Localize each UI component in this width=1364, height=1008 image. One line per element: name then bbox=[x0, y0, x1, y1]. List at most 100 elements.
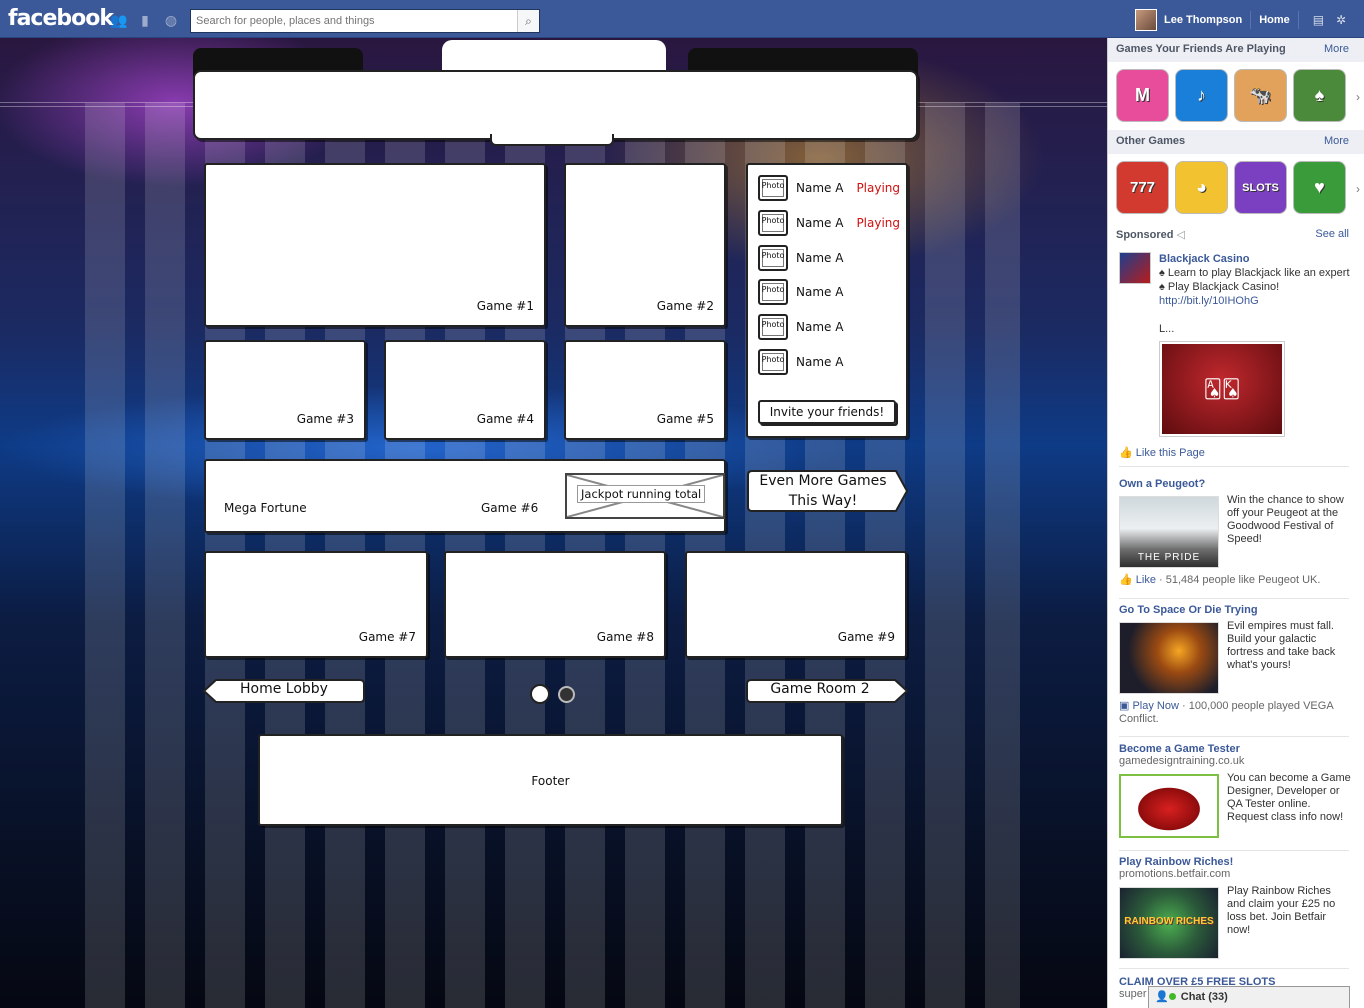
avatar[interactable] bbox=[1135, 9, 1157, 31]
header-panel bbox=[193, 70, 918, 140]
game-tile-2[interactable]: Game #2 bbox=[564, 163, 726, 327]
game-tile-icon[interactable]: SLOTS bbox=[1234, 161, 1287, 214]
game-tile-5[interactable]: Game #5 bbox=[564, 340, 726, 440]
home-lobby-button[interactable]: Home Lobby bbox=[216, 681, 352, 697]
facebook-logo[interactable]: facebook bbox=[8, 6, 114, 31]
game-tile-9[interactable]: Game #9 bbox=[685, 551, 907, 658]
game-tile-6[interactable]: Mega Fortune Game #6 Jackpot running tot… bbox=[204, 459, 726, 533]
ad-vega-conflict: Go To Space Or Die Trying Evil empires m… bbox=[1119, 604, 1351, 729]
ad-title[interactable]: Own a Peugeot? bbox=[1119, 478, 1351, 490]
other-games-header: Other Games More bbox=[1108, 130, 1364, 154]
notifications-icon[interactable]: ◍ bbox=[162, 11, 180, 29]
ad-image[interactable]: THE PRIDE bbox=[1119, 496, 1219, 568]
game-label: Game #7 bbox=[358, 630, 416, 644]
friend-status: Playing bbox=[856, 181, 901, 195]
ad-title[interactable]: Become a Game Tester bbox=[1119, 743, 1351, 755]
game-label: Game #3 bbox=[296, 412, 354, 426]
sponsored-title: Sponsored bbox=[1116, 229, 1174, 241]
other-games-title: Other Games bbox=[1116, 135, 1186, 147]
invite-friends-button[interactable]: Invite your friends! bbox=[758, 400, 896, 424]
friend-name: Name A bbox=[796, 355, 844, 369]
friend-name: Name A bbox=[796, 320, 844, 334]
search-icon[interactable]: ⌕ bbox=[517, 10, 539, 32]
friends-games-carousel: M ♪ 🐄 ♠ bbox=[1116, 69, 1346, 122]
ad-domain: promotions.betfair.com bbox=[1119, 868, 1231, 880]
game-tile-3[interactable]: Game #3 bbox=[204, 340, 366, 440]
ad-logo[interactable] bbox=[1119, 252, 1151, 284]
ad-title[interactable]: Play Rainbow Riches! bbox=[1119, 856, 1351, 868]
game-tile-icon[interactable]: ♥ bbox=[1293, 161, 1346, 214]
like-link[interactable]: Like bbox=[1136, 574, 1156, 586]
user-nav: Lee Thompson Home ▤ ✲ bbox=[1135, 9, 1352, 31]
ad-text: Evil empires must fall. Build your galac… bbox=[1227, 620, 1336, 671]
play-now-link[interactable]: Play Now bbox=[1132, 700, 1178, 712]
search-input[interactable] bbox=[191, 10, 515, 32]
friends-games-more-link[interactable]: More bbox=[1324, 43, 1349, 55]
friend-row[interactable]: Photo Name A bbox=[758, 279, 843, 305]
gear-icon[interactable]: ✲ bbox=[1336, 13, 1346, 27]
friend-photo: Photo bbox=[758, 210, 788, 236]
friend-name: Name A bbox=[796, 181, 844, 195]
ad-rainbow-riches: Play Rainbow Riches! promotions.betfair.… bbox=[1119, 856, 1351, 966]
ad-social-line: ▣ Play Now · 100,000 people played VEGA … bbox=[1119, 700, 1351, 726]
ad-ellipsis: L... bbox=[1159, 323, 1175, 335]
game-tile-icon[interactable]: M bbox=[1116, 69, 1169, 122]
ad-peugeot: Own a Peugeot? THE PRIDE Win the chance … bbox=[1119, 478, 1351, 588]
carousel-next-icon[interactable]: › bbox=[1356, 90, 1360, 104]
game-tile-8[interactable]: Game #8 bbox=[444, 551, 666, 658]
divider bbox=[1119, 968, 1349, 969]
like-count: · 51,484 people like Peugeot UK. bbox=[1155, 574, 1321, 586]
friend-row[interactable]: Photo Name A bbox=[758, 349, 843, 375]
game-tile-1[interactable]: Game #1 bbox=[204, 163, 546, 327]
friend-row[interactable]: Photo Name A Playing bbox=[758, 210, 900, 236]
user-name-link[interactable]: Lee Thompson bbox=[1164, 14, 1242, 26]
chat-bar[interactable]: 👤 Chat (33) bbox=[1148, 986, 1350, 1008]
page-dot-active[interactable] bbox=[530, 684, 550, 704]
game-tile-icon[interactable]: 777 bbox=[1116, 161, 1169, 214]
other-games-more-link[interactable]: More bbox=[1324, 135, 1349, 147]
friend-photo: Photo bbox=[758, 314, 788, 340]
divider bbox=[1119, 850, 1349, 851]
friend-photo: Photo bbox=[758, 279, 788, 305]
friend-photo: Photo bbox=[758, 175, 788, 201]
top-bar: facebook 👥 ▮ ◍ ⌕ Lee Thompson Home ▤ ✲ bbox=[0, 0, 1364, 38]
ad-image[interactable]: RAINBOW RICHES bbox=[1119, 887, 1219, 959]
ad-image[interactable] bbox=[1119, 622, 1219, 694]
ad-link[interactable]: http://bit.ly/10IHOhG bbox=[1159, 294, 1351, 308]
page-dot[interactable] bbox=[558, 686, 575, 703]
game-tile-icon[interactable]: ♪ bbox=[1175, 69, 1228, 122]
gamepad-image[interactable] bbox=[1119, 774, 1219, 838]
jackpot-label: Jackpot running total bbox=[577, 485, 706, 503]
carousel-next-icon[interactable]: › bbox=[1356, 182, 1360, 196]
privacy-shortcuts-icon[interactable]: ▤ bbox=[1313, 13, 1324, 27]
ad-title[interactable]: Go To Space Or Die Trying bbox=[1119, 604, 1351, 616]
friend-row[interactable]: Photo Name A bbox=[758, 314, 843, 340]
friend-name: Name A bbox=[796, 251, 844, 265]
ad-text: Win the chance to show off your Peugeot … bbox=[1227, 494, 1344, 545]
ad-image-frame[interactable]: 🂡🂮 bbox=[1159, 341, 1285, 437]
online-dot-icon bbox=[1168, 993, 1176, 1000]
friend-name: Name A bbox=[796, 216, 844, 230]
game-tile-4[interactable]: Game #4 bbox=[384, 340, 546, 440]
ad-title[interactable]: Blackjack Casino bbox=[1159, 252, 1351, 266]
ad-text: ♠ Learn to play Blackjack like an expert… bbox=[1159, 267, 1350, 293]
game-room-2-button[interactable]: Game Room 2 bbox=[752, 681, 888, 697]
friend-row[interactable]: Photo Name A Playing bbox=[758, 175, 900, 201]
messages-icon[interactable]: ▮ bbox=[136, 11, 154, 29]
see-all-link[interactable]: See all bbox=[1315, 228, 1349, 240]
game-tile-7[interactable]: Game #7 bbox=[204, 551, 428, 658]
friend-row[interactable]: Photo Name A bbox=[758, 245, 843, 271]
footer-label: Footer bbox=[531, 774, 570, 788]
megaphone-icon: ◁ bbox=[1176, 229, 1185, 241]
chat-user-icon: 👤 bbox=[1155, 991, 1169, 1003]
right-sidebar: Games Your Friends Are Playing More M ♪ … bbox=[1107, 38, 1364, 1008]
home-link[interactable]: Home bbox=[1259, 14, 1290, 26]
game-tile-icon[interactable]: 🐄 bbox=[1234, 69, 1287, 122]
game-tile-icon[interactable]: ◕ bbox=[1175, 161, 1228, 214]
like-page-link[interactable]: 👍 Like this Page bbox=[1119, 446, 1205, 459]
game-tile-icon[interactable]: ♠ bbox=[1293, 69, 1346, 122]
ad-game-tester: Become a Game Tester gamedesigntraining.… bbox=[1119, 743, 1351, 853]
thumbs-up-icon: 👍 bbox=[1119, 447, 1133, 459]
game-label: Game #2 bbox=[656, 299, 714, 313]
friend-requests-icon[interactable]: 👥 bbox=[110, 11, 128, 29]
